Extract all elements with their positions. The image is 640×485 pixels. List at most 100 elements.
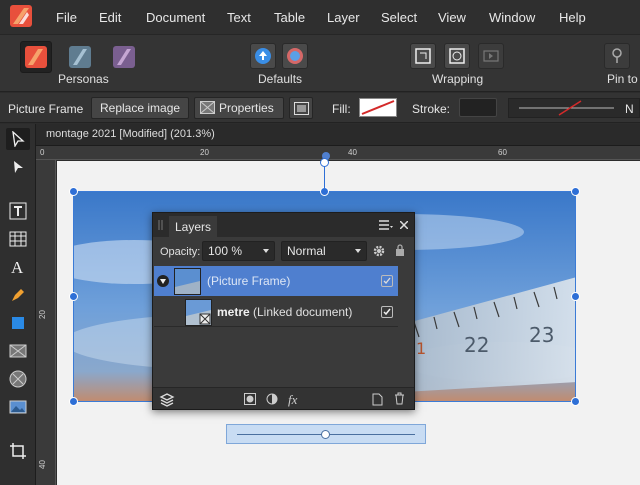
context-toolbar: Picture Frame Replace image Properties F… [0, 93, 640, 123]
layer-row-linked-document[interactable]: metre (Linked document) [154, 297, 398, 327]
menu-help[interactable]: Help [559, 10, 586, 25]
blend-mode-dropdown[interactable]: Normal [281, 241, 367, 261]
ellipse-frame-tool[interactable] [6, 368, 30, 390]
layers-panel: Layers Opacity: 100 % Normal (Picture Fr… [152, 212, 415, 410]
menu-edit[interactable]: Edit [99, 10, 121, 25]
slider-thumb[interactable] [321, 430, 330, 439]
resize-handle-left[interactable] [69, 292, 78, 301]
no-fill-icon [361, 100, 395, 115]
checkmark-icon [383, 277, 391, 284]
document-tab[interactable]: montage 2021 [Modified] (201.3%) [36, 124, 640, 146]
designer-persona-button[interactable] [64, 41, 96, 73]
menu-file[interactable]: File [56, 10, 77, 25]
svg-text:A: A [11, 258, 24, 276]
chevron-down-icon [355, 249, 361, 253]
publisher-persona-button[interactable] [20, 41, 52, 73]
ruler-top-label: 0 [40, 148, 45, 157]
mask-icon[interactable] [244, 393, 256, 405]
menu-text[interactable]: Text [227, 10, 251, 25]
pin-button[interactable] [604, 43, 630, 69]
layer-name[interactable]: (Picture Frame) [207, 274, 290, 288]
place-image-tool[interactable] [6, 396, 30, 418]
affinity-publisher-logo-icon[interactable] [10, 5, 32, 27]
frame-fit-button[interactable] [289, 97, 313, 119]
fill-swatch[interactable] [359, 98, 397, 117]
panel-menu-icon[interactable] [379, 220, 393, 230]
add-layer-icon[interactable] [372, 393, 383, 406]
resize-handle-top-right[interactable] [571, 187, 580, 196]
personas-label: Personas [58, 72, 109, 86]
delete-layer-icon[interactable] [394, 392, 405, 405]
menu-bar: File Edit Document Text Table Layer Sele… [0, 0, 640, 34]
fx-icon[interactable]: fx [287, 391, 303, 407]
opacity-value: 100 % [208, 244, 243, 258]
layer-thumb-image [175, 269, 200, 294]
adjustment-icon[interactable] [266, 393, 278, 405]
menu-window[interactable]: Window [489, 10, 535, 25]
resize-handle-bottom-left[interactable] [69, 397, 78, 406]
publisher-persona-icon [25, 46, 47, 68]
ruler-left-label: 40 [37, 460, 47, 469]
lock-icon[interactable] [395, 244, 405, 257]
rectangle-tool[interactable] [6, 312, 30, 334]
opacity-label: Opacity: [160, 246, 201, 258]
vertical-ruler[interactable]: 20 40 [36, 160, 56, 485]
resize-handle-top-left[interactable] [69, 187, 78, 196]
sync-defaults-icon [287, 48, 303, 64]
gear-icon[interactable] [372, 244, 386, 258]
replace-image-button[interactable]: Replace image [91, 97, 190, 119]
expand-arrow-icon[interactable] [157, 275, 169, 287]
default-stroke-button[interactable] [282, 43, 308, 69]
close-icon[interactable] [400, 221, 408, 229]
node-tool[interactable] [6, 156, 30, 178]
artistic-text-icon: A [11, 258, 24, 276]
resize-handle-top[interactable] [320, 187, 329, 196]
menu-layer[interactable]: Layer [327, 10, 360, 25]
image-scale-slider[interactable] [226, 424, 426, 444]
wrap-settings-button[interactable] [410, 43, 436, 69]
layers-panel-header[interactable]: Layers [153, 213, 414, 237]
ellipse-frame-icon [9, 370, 27, 388]
drag-grip-icon[interactable] [158, 220, 164, 230]
horizontal-ruler[interactable]: 0 20 40 60 [36, 146, 640, 160]
stroke-style-selector[interactable]: N [508, 98, 640, 118]
resize-handle-right[interactable] [571, 292, 580, 301]
pin-icon [612, 48, 622, 63]
stroke-swatch[interactable] [459, 98, 497, 117]
move-tool[interactable] [6, 128, 30, 150]
layers-tab[interactable]: Layers [169, 216, 218, 237]
wrap-shape-button[interactable] [444, 43, 470, 69]
rectangle-frame-tool[interactable] [6, 340, 30, 362]
default-fill-button[interactable] [250, 43, 276, 69]
text-frame-icon [9, 202, 27, 220]
photo-persona-button[interactable] [108, 41, 140, 73]
layers-panel-footer: fx [153, 387, 414, 409]
layer-row-picture-frame[interactable]: (Picture Frame) [154, 266, 398, 296]
frame-text-tool[interactable] [6, 200, 30, 222]
layers-stack-icon[interactable] [159, 391, 175, 407]
menu-table[interactable]: Table [274, 10, 305, 25]
pen-icon [12, 289, 24, 301]
resize-handle-bottom-right[interactable] [571, 397, 580, 406]
layer-visibility-checkbox[interactable] [381, 306, 393, 318]
artistic-text-tool[interactable]: A [6, 256, 30, 278]
table-tool[interactable] [6, 228, 30, 250]
opacity-dropdown[interactable]: 100 % [202, 241, 275, 261]
layer-visibility-checkbox[interactable] [381, 275, 393, 287]
pin-label: Pin to [607, 72, 638, 86]
layer-name-type[interactable]: (Linked document) [253, 305, 352, 319]
layer-thumbnail [185, 299, 212, 326]
layer-name-bold[interactable]: metre [217, 305, 250, 319]
pen-tool[interactable] [6, 284, 30, 306]
menu-document[interactable]: Document [146, 10, 205, 25]
menu-view[interactable]: View [438, 10, 466, 25]
menu-select[interactable]: Select [381, 10, 417, 25]
designer-persona-icon [69, 46, 91, 68]
crop-tool[interactable] [6, 440, 30, 462]
wrap-disabled-button[interactable] [478, 43, 504, 69]
rotation-handle[interactable] [320, 158, 329, 167]
properties-button[interactable]: Properties [194, 97, 284, 119]
rectangle-icon [12, 317, 24, 329]
stroke-line-preview-icon [519, 100, 614, 116]
main-toolbar: Personas Defaults Wrapping Pin to [0, 34, 640, 92]
